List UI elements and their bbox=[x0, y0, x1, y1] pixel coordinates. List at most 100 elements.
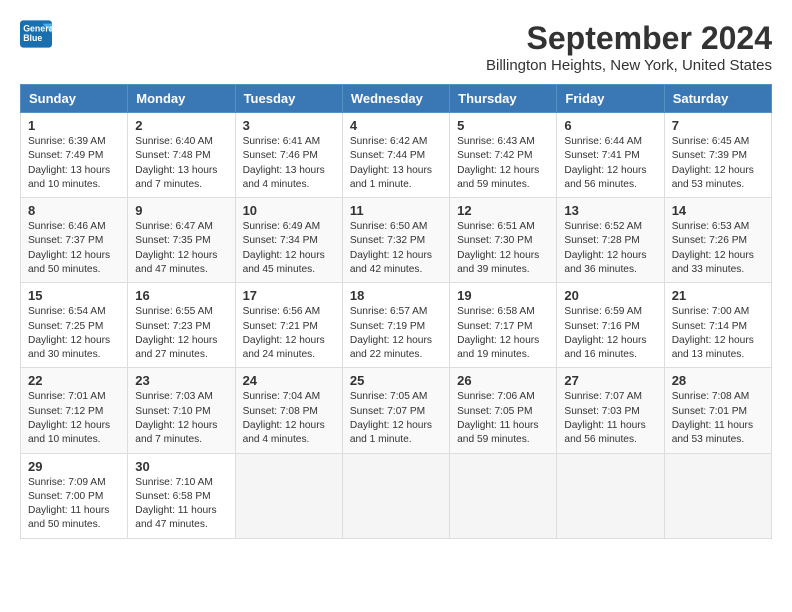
day-number: 26 bbox=[457, 373, 549, 388]
day-info: Sunrise: 7:01 AM Sunset: 7:12 PM Dayligh… bbox=[28, 390, 120, 447]
day-number: 8 bbox=[28, 203, 120, 218]
calendar-day-cell: 21 Sunrise: 7:00 AM Sunset: 7:14 PM Dayl… bbox=[664, 283, 771, 368]
day-number: 19 bbox=[457, 288, 549, 303]
day-number: 15 bbox=[28, 288, 120, 303]
calendar-day-cell: 9 Sunrise: 6:47 AM Sunset: 7:35 PM Dayli… bbox=[128, 198, 235, 283]
day-number: 4 bbox=[350, 118, 442, 133]
day-info: Sunrise: 7:10 AM Sunset: 6:58 PM Dayligh… bbox=[135, 476, 227, 533]
day-info: Sunrise: 7:06 AM Sunset: 7:05 PM Dayligh… bbox=[457, 390, 549, 447]
day-number: 10 bbox=[243, 203, 335, 218]
day-number: 28 bbox=[672, 373, 764, 388]
calendar-day-cell bbox=[450, 453, 557, 538]
day-info: Sunrise: 6:47 AM Sunset: 7:35 PM Dayligh… bbox=[135, 220, 227, 277]
calendar-day-cell: 22 Sunrise: 7:01 AM Sunset: 7:12 PM Dayl… bbox=[21, 368, 128, 453]
calendar-week-row: 1 Sunrise: 6:39 AM Sunset: 7:49 PM Dayli… bbox=[21, 113, 772, 198]
day-info: Sunrise: 7:04 AM Sunset: 7:08 PM Dayligh… bbox=[243, 390, 335, 447]
calendar-day-header: Friday bbox=[557, 85, 664, 113]
calendar-day-header: Tuesday bbox=[235, 85, 342, 113]
calendar-day-cell: 10 Sunrise: 6:49 AM Sunset: 7:34 PM Dayl… bbox=[235, 198, 342, 283]
calendar-day-cell: 15 Sunrise: 6:54 AM Sunset: 7:25 PM Dayl… bbox=[21, 283, 128, 368]
svg-text:General: General bbox=[23, 24, 52, 34]
calendar-day-cell: 26 Sunrise: 7:06 AM Sunset: 7:05 PM Dayl… bbox=[450, 368, 557, 453]
day-info: Sunrise: 6:51 AM Sunset: 7:30 PM Dayligh… bbox=[457, 220, 549, 277]
day-info: Sunrise: 7:07 AM Sunset: 7:03 PM Dayligh… bbox=[564, 390, 656, 447]
day-info: Sunrise: 6:54 AM Sunset: 7:25 PM Dayligh… bbox=[28, 305, 120, 362]
svg-text:Blue: Blue bbox=[23, 33, 42, 43]
day-info: Sunrise: 6:40 AM Sunset: 7:48 PM Dayligh… bbox=[135, 135, 227, 192]
day-number: 22 bbox=[28, 373, 120, 388]
day-number: 16 bbox=[135, 288, 227, 303]
calendar-day-cell: 19 Sunrise: 6:58 AM Sunset: 7:17 PM Dayl… bbox=[450, 283, 557, 368]
calendar-day-cell: 13 Sunrise: 6:52 AM Sunset: 7:28 PM Dayl… bbox=[557, 198, 664, 283]
day-info: Sunrise: 7:08 AM Sunset: 7:01 PM Dayligh… bbox=[672, 390, 764, 447]
day-number: 30 bbox=[135, 459, 227, 474]
day-info: Sunrise: 6:43 AM Sunset: 7:42 PM Dayligh… bbox=[457, 135, 549, 192]
calendar-day-header: Saturday bbox=[664, 85, 771, 113]
calendar-week-row: 15 Sunrise: 6:54 AM Sunset: 7:25 PM Dayl… bbox=[21, 283, 772, 368]
calendar-day-cell: 2 Sunrise: 6:40 AM Sunset: 7:48 PM Dayli… bbox=[128, 113, 235, 198]
day-info: Sunrise: 6:42 AM Sunset: 7:44 PM Dayligh… bbox=[350, 135, 442, 192]
day-info: Sunrise: 6:57 AM Sunset: 7:19 PM Dayligh… bbox=[350, 305, 442, 362]
calendar-day-cell: 6 Sunrise: 6:44 AM Sunset: 7:41 PM Dayli… bbox=[557, 113, 664, 198]
day-info: Sunrise: 6:58 AM Sunset: 7:17 PM Dayligh… bbox=[457, 305, 549, 362]
day-info: Sunrise: 6:44 AM Sunset: 7:41 PM Dayligh… bbox=[564, 135, 656, 192]
page-subtitle: Billington Heights, New York, United Sta… bbox=[486, 57, 772, 74]
day-info: Sunrise: 6:46 AM Sunset: 7:37 PM Dayligh… bbox=[28, 220, 120, 277]
calendar-day-cell bbox=[664, 453, 771, 538]
day-info: Sunrise: 6:45 AM Sunset: 7:39 PM Dayligh… bbox=[672, 135, 764, 192]
day-info: Sunrise: 6:41 AM Sunset: 7:46 PM Dayligh… bbox=[243, 135, 335, 192]
day-info: Sunrise: 7:00 AM Sunset: 7:14 PM Dayligh… bbox=[672, 305, 764, 362]
calendar-day-cell: 17 Sunrise: 6:56 AM Sunset: 7:21 PM Dayl… bbox=[235, 283, 342, 368]
logo: General Blue bbox=[20, 20, 52, 48]
day-number: 9 bbox=[135, 203, 227, 218]
day-number: 1 bbox=[28, 118, 120, 133]
calendar-day-cell bbox=[557, 453, 664, 538]
calendar-day-cell bbox=[235, 453, 342, 538]
calendar-day-cell: 25 Sunrise: 7:05 AM Sunset: 7:07 PM Dayl… bbox=[342, 368, 449, 453]
day-number: 20 bbox=[564, 288, 656, 303]
day-number: 21 bbox=[672, 288, 764, 303]
day-info: Sunrise: 6:52 AM Sunset: 7:28 PM Dayligh… bbox=[564, 220, 656, 277]
calendar-day-cell: 14 Sunrise: 6:53 AM Sunset: 7:26 PM Dayl… bbox=[664, 198, 771, 283]
calendar-day-cell: 7 Sunrise: 6:45 AM Sunset: 7:39 PM Dayli… bbox=[664, 113, 771, 198]
calendar-day-cell: 4 Sunrise: 6:42 AM Sunset: 7:44 PM Dayli… bbox=[342, 113, 449, 198]
page-header: General Blue September 2024 Billington H… bbox=[20, 20, 772, 74]
calendar-day-cell: 1 Sunrise: 6:39 AM Sunset: 7:49 PM Dayli… bbox=[21, 113, 128, 198]
calendar-day-cell: 8 Sunrise: 6:46 AM Sunset: 7:37 PM Dayli… bbox=[21, 198, 128, 283]
day-number: 25 bbox=[350, 373, 442, 388]
calendar-day-cell: 30 Sunrise: 7:10 AM Sunset: 6:58 PM Dayl… bbox=[128, 453, 235, 538]
day-info: Sunrise: 6:49 AM Sunset: 7:34 PM Dayligh… bbox=[243, 220, 335, 277]
day-number: 27 bbox=[564, 373, 656, 388]
calendar-week-row: 22 Sunrise: 7:01 AM Sunset: 7:12 PM Dayl… bbox=[21, 368, 772, 453]
day-info: Sunrise: 6:39 AM Sunset: 7:49 PM Dayligh… bbox=[28, 135, 120, 192]
day-number: 17 bbox=[243, 288, 335, 303]
day-number: 13 bbox=[564, 203, 656, 218]
calendar-day-cell: 23 Sunrise: 7:03 AM Sunset: 7:10 PM Dayl… bbox=[128, 368, 235, 453]
day-number: 12 bbox=[457, 203, 549, 218]
day-number: 24 bbox=[243, 373, 335, 388]
title-block: September 2024 Billington Heights, New Y… bbox=[486, 20, 772, 74]
calendar-day-cell: 5 Sunrise: 6:43 AM Sunset: 7:42 PM Dayli… bbox=[450, 113, 557, 198]
day-number: 2 bbox=[135, 118, 227, 133]
day-info: Sunrise: 7:05 AM Sunset: 7:07 PM Dayligh… bbox=[350, 390, 442, 447]
day-info: Sunrise: 7:03 AM Sunset: 7:10 PM Dayligh… bbox=[135, 390, 227, 447]
calendar-day-cell: 3 Sunrise: 6:41 AM Sunset: 7:46 PM Dayli… bbox=[235, 113, 342, 198]
calendar-day-header: Monday bbox=[128, 85, 235, 113]
day-number: 5 bbox=[457, 118, 549, 133]
day-number: 3 bbox=[243, 118, 335, 133]
logo-icon: General Blue bbox=[20, 20, 52, 48]
calendar-day-cell: 12 Sunrise: 6:51 AM Sunset: 7:30 PM Dayl… bbox=[450, 198, 557, 283]
calendar-day-cell bbox=[342, 453, 449, 538]
calendar-day-cell: 11 Sunrise: 6:50 AM Sunset: 7:32 PM Dayl… bbox=[342, 198, 449, 283]
calendar-header-row: SundayMondayTuesdayWednesdayThursdayFrid… bbox=[21, 85, 772, 113]
page-title: September 2024 bbox=[486, 20, 772, 57]
calendar-day-header: Wednesday bbox=[342, 85, 449, 113]
day-info: Sunrise: 6:53 AM Sunset: 7:26 PM Dayligh… bbox=[672, 220, 764, 277]
calendar-day-cell: 16 Sunrise: 6:55 AM Sunset: 7:23 PM Dayl… bbox=[128, 283, 235, 368]
calendar-week-row: 29 Sunrise: 7:09 AM Sunset: 7:00 PM Dayl… bbox=[21, 453, 772, 538]
calendar-day-cell: 28 Sunrise: 7:08 AM Sunset: 7:01 PM Dayl… bbox=[664, 368, 771, 453]
calendar-day-header: Sunday bbox=[21, 85, 128, 113]
day-number: 11 bbox=[350, 203, 442, 218]
day-number: 29 bbox=[28, 459, 120, 474]
day-info: Sunrise: 6:55 AM Sunset: 7:23 PM Dayligh… bbox=[135, 305, 227, 362]
